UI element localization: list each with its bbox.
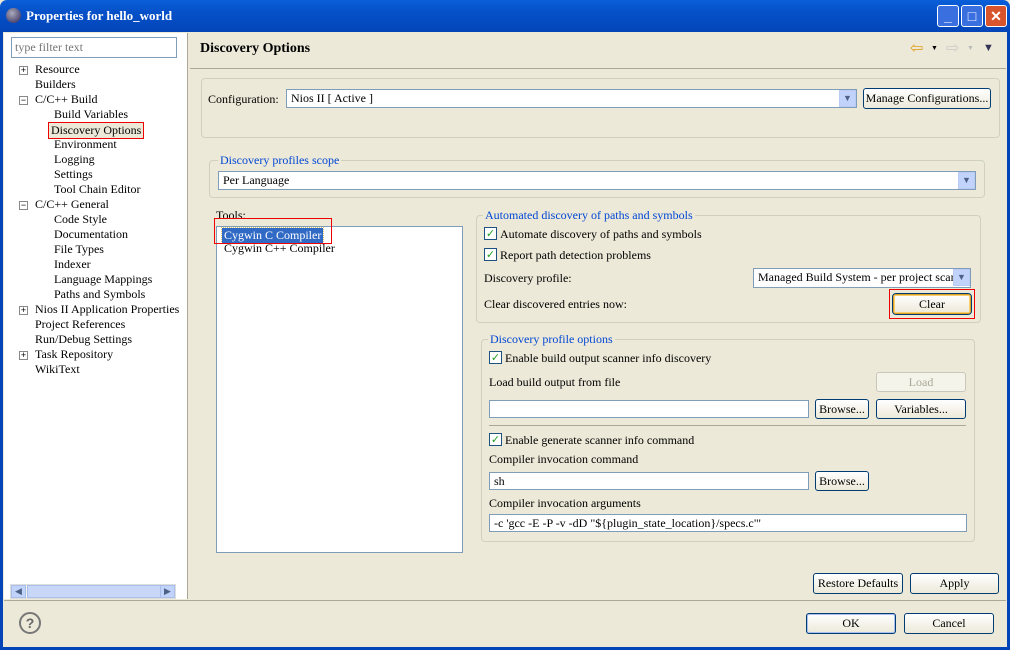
sidebar-item[interactable]: Build Variables — [54, 107, 128, 122]
arguments-label: Compiler invocation arguments — [489, 496, 641, 510]
sidebar-item[interactable]: C/C++ Build — [35, 92, 98, 107]
filter-input[interactable] — [11, 37, 177, 58]
sidebar-item[interactable]: Builders — [35, 77, 76, 92]
load-file-input[interactable] — [489, 400, 809, 418]
sidebar-item[interactable]: C/C++ General — [35, 197, 109, 212]
enable-build-label: Enable build output scanner info discove… — [505, 351, 712, 365]
restore-defaults-button[interactable]: Restore Defaults — [813, 573, 903, 594]
expand-icon[interactable]: + — [19, 306, 28, 315]
sidebar-item[interactable]: Settings — [54, 167, 93, 182]
divider — [190, 68, 1006, 69]
report-checkbox[interactable]: ✓ — [484, 248, 497, 261]
help-icon[interactable]: ? — [19, 612, 41, 634]
scroll-thumb[interactable] — [27, 585, 161, 598]
configuration-value: Nios II [ Active ] — [291, 91, 373, 105]
tools-list[interactable] — [216, 226, 463, 553]
minimize-button[interactable]: _ — [937, 5, 959, 27]
load-label: Load build output from file — [489, 375, 621, 389]
sidebar-item[interactable]: Indexer — [54, 257, 91, 272]
variables-button[interactable]: Variables... — [876, 399, 966, 419]
scope-title: Discovery profiles scope — [218, 153, 342, 168]
collapse-icon[interactable]: − — [19, 96, 28, 105]
close-button[interactable]: ✕ — [985, 5, 1007, 27]
forward-icon[interactable]: ⇨ — [946, 38, 959, 58]
sidebar-item[interactable]: Task Repository — [35, 347, 113, 362]
eclipse-icon — [6, 8, 21, 23]
expand-icon[interactable]: + — [19, 351, 28, 360]
separator — [4, 600, 1006, 601]
chevron-down-icon[interactable]: ▼ — [953, 269, 970, 286]
ok-button[interactable]: OK — [806, 613, 896, 634]
browse-command-button[interactable]: Browse... — [815, 471, 869, 491]
enable-generate-label: Enable generate scanner info command — [505, 433, 695, 447]
apply-button[interactable]: Apply — [910, 573, 999, 594]
highlight-box — [214, 218, 332, 244]
sidebar-item[interactable]: Tool Chain Editor — [54, 182, 140, 197]
arguments-input[interactable]: -c 'gcc -E -P -v -dD "${plugin_state_loc… — [489, 514, 967, 532]
report-label: Report path detection problems — [500, 248, 651, 262]
back-icon[interactable]: ⇦ — [910, 38, 923, 58]
discovery-profile-select[interactable]: Managed Build System - per project scanr — [753, 268, 971, 288]
sidebar-item[interactable]: Environment — [54, 137, 117, 152]
back-dropdown-icon[interactable]: ▼ — [931, 44, 938, 52]
browse-button[interactable]: Browse... — [815, 399, 869, 419]
manage-configurations-button[interactable]: Manage Configurations... — [863, 88, 991, 109]
sidebar-item[interactable]: Code Style — [54, 212, 107, 227]
command-label: Compiler invocation command — [489, 452, 639, 466]
scope-select[interactable]: Per Language — [218, 171, 976, 190]
chevron-down-icon[interactable]: ▼ — [839, 90, 856, 107]
sidebar-item[interactable]: Resource — [35, 62, 80, 77]
sidebar-item[interactable]: Project References — [35, 317, 125, 332]
sidebar-item[interactable]: Documentation — [54, 227, 128, 242]
cancel-button[interactable]: Cancel — [904, 613, 994, 634]
sidebar-item[interactable]: Nios II Application Properties — [35, 302, 179, 317]
sidebar-item[interactable]: Logging — [54, 152, 95, 167]
sidebar-item[interactable]: Paths and Symbols — [54, 287, 145, 302]
automate-label: Automate discovery of paths and symbols — [500, 227, 702, 241]
profile-options-title: Discovery profile options — [488, 332, 615, 347]
automated-title: Automated discovery of paths and symbols — [483, 208, 695, 223]
scroll-right-button[interactable]: ▶ — [160, 585, 175, 598]
automate-checkbox[interactable]: ✓ — [484, 227, 497, 240]
enable-build-checkbox[interactable]: ✓ — [489, 351, 502, 364]
load-button[interactable]: Load — [876, 372, 966, 392]
collapse-icon[interactable]: − — [19, 201, 28, 210]
sidebar-item[interactable]: Run/Debug Settings — [35, 332, 132, 347]
configuration-label: Configuration: — [208, 92, 279, 106]
window-title: Properties for hello_world — [26, 8, 173, 23]
highlight-box — [889, 289, 975, 319]
expand-icon[interactable]: + — [19, 66, 28, 75]
discovery-profile-label: Discovery profile: — [484, 271, 572, 285]
separator — [489, 425, 966, 426]
sidebar-item[interactable]: File Types — [54, 242, 104, 257]
maximize-button[interactable]: □ — [961, 5, 983, 27]
scroll-left-button[interactable]: ◀ — [11, 585, 26, 598]
discovery-profile-value: Managed Build System - per project scanr — [758, 270, 961, 284]
chevron-down-icon[interactable]: ▼ — [958, 172, 975, 189]
clear-label: Clear discovered entries now: — [484, 297, 627, 311]
page-title: Discovery Options — [200, 41, 311, 56]
enable-generate-checkbox[interactable]: ✓ — [489, 433, 502, 446]
command-input[interactable]: sh — [489, 472, 809, 490]
scope-value: Per Language — [223, 173, 290, 187]
view-menu-icon[interactable]: ▼ — [983, 42, 994, 54]
sidebar-item[interactable]: Language Mappings — [54, 272, 152, 287]
forward-dropdown-icon[interactable]: ▼ — [967, 44, 974, 52]
horizontal-scrollbar[interactable]: ◀ ▶ — [10, 584, 176, 599]
configuration-select[interactable]: Nios II [ Active ] — [286, 89, 857, 108]
sidebar-item[interactable]: WikiText — [35, 362, 80, 377]
